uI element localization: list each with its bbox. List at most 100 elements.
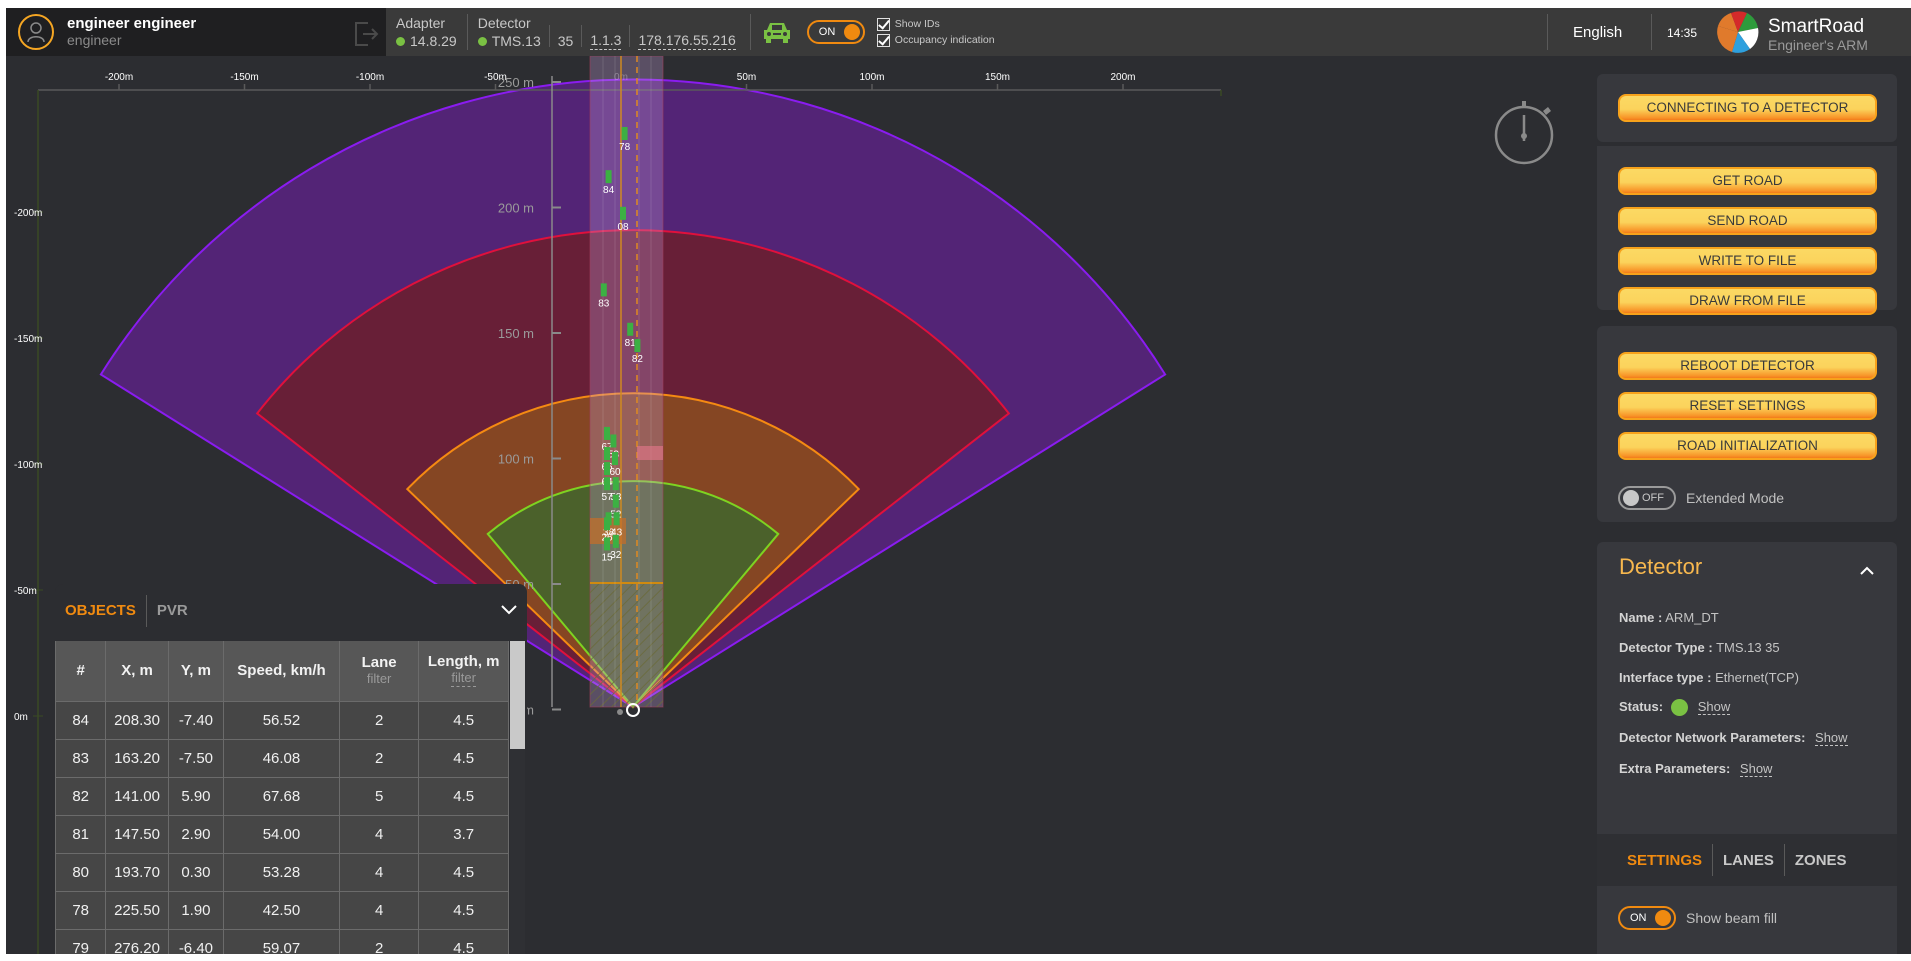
chevron-up-icon[interactable] bbox=[1860, 564, 1874, 578]
tab-zones[interactable]: ZONES bbox=[1785, 852, 1857, 869]
extra-show-link[interactable]: Show bbox=[1739, 761, 1773, 777]
road bbox=[589, 56, 664, 717]
toggle-knob bbox=[1623, 490, 1639, 506]
object-marker bbox=[612, 534, 619, 548]
network-show-link[interactable]: Show bbox=[1815, 730, 1848, 746]
lane-filter[interactable]: filter bbox=[340, 671, 419, 687]
range-tick-label: 100 m bbox=[498, 452, 534, 467]
table-cell: 81 bbox=[55, 814, 107, 854]
road-initialization-button[interactable]: ROAD INITIALIZATION bbox=[1618, 432, 1877, 460]
objects-table: # X, m Y, m Speed, km/h Lane filter Lengt… bbox=[55, 641, 509, 954]
object-marker bbox=[634, 339, 641, 353]
logout-icon[interactable] bbox=[352, 20, 380, 48]
chevron-down-icon[interactable] bbox=[501, 602, 517, 618]
user-avatar-icon[interactable] bbox=[18, 14, 54, 50]
object-marker bbox=[604, 447, 610, 461]
table-row[interactable]: 82 141.00 5.90 67.68 5 4.5 bbox=[55, 776, 509, 816]
adapter-status: Adapter 14.8.29 bbox=[386, 14, 467, 50]
app-window: engineer engineer engineer Adapter 14.8.… bbox=[6, 8, 1911, 954]
tab-lanes[interactable]: LANES bbox=[1713, 852, 1784, 869]
write-to-file-button[interactable]: WRITE TO FILE bbox=[1618, 247, 1877, 275]
get-road-button[interactable]: GET ROAD bbox=[1618, 167, 1877, 195]
table-cell: 147.50 bbox=[105, 814, 169, 854]
table-scrollbar-thumb[interactable] bbox=[510, 641, 525, 749]
name-value: ARM_DT bbox=[1665, 610, 1719, 625]
detector-section-title: Detector bbox=[1619, 554, 1703, 579]
column-header-length[interactable]: Length, m filter bbox=[418, 641, 509, 702]
reboot-detector-button[interactable]: REBOOT DETECTOR bbox=[1618, 352, 1877, 380]
extended-mode-toggle[interactable]: OFF bbox=[1618, 486, 1676, 510]
draw-from-file-button[interactable]: DRAW FROM FILE bbox=[1618, 287, 1877, 315]
occupancy-label: Occupancy indication bbox=[894, 34, 995, 46]
column-header-x[interactable]: X, m bbox=[105, 641, 169, 702]
reset-settings-button[interactable]: RESET SETTINGS bbox=[1618, 392, 1877, 420]
length-filter[interactable]: filter bbox=[451, 670, 476, 688]
table-cell: 193.70 bbox=[105, 852, 169, 892]
object-marker bbox=[612, 452, 618, 466]
display-options: Show IDs Occupancy indication bbox=[876, 16, 995, 48]
table-row[interactable]: 80 193.70 0.30 53.28 4 4.5 bbox=[55, 852, 509, 892]
divider bbox=[629, 25, 631, 47]
table-row[interactable]: 79 276.20 -6.40 59.07 2 4.5 bbox=[55, 928, 509, 954]
beam-fill-toggle[interactable]: ON bbox=[1618, 906, 1676, 930]
object-id-label: 08 bbox=[617, 222, 629, 233]
detector-status-dot bbox=[477, 36, 487, 46]
occupancy-zone bbox=[637, 446, 663, 460]
table-cell: -6.40 bbox=[167, 928, 225, 954]
table-cell: 4.5 bbox=[418, 700, 509, 740]
column-header-id[interactable]: # bbox=[55, 641, 107, 702]
table-cell: 80 bbox=[55, 852, 107, 892]
status-label: Status: bbox=[1619, 699, 1664, 714]
adapter-label: Adapter bbox=[396, 15, 446, 31]
interface-type: Interface type : Ethernet(TCP) bbox=[1619, 670, 1799, 685]
tab-settings[interactable]: SETTINGS bbox=[1627, 852, 1712, 869]
table-row[interactable]: 84 208.30 -7.40 56.52 2 4.5 bbox=[55, 700, 509, 740]
object-id-label: 83 bbox=[598, 298, 610, 309]
show-ids-checkbox[interactable]: Show IDs bbox=[876, 16, 995, 32]
table-cell: -7.40 bbox=[167, 700, 225, 740]
column-header-lane[interactable]: Lane filter bbox=[338, 641, 420, 702]
extended-mode-label: Extended Mode bbox=[1686, 490, 1785, 506]
send-road-button[interactable]: SEND ROAD bbox=[1618, 207, 1877, 235]
table-cell: 46.08 bbox=[223, 738, 340, 778]
table-cell: 4.5 bbox=[418, 738, 509, 778]
live-toggle-label: ON bbox=[818, 26, 836, 38]
object-marker bbox=[604, 537, 610, 551]
live-toggle[interactable]: ON bbox=[806, 20, 865, 44]
table-row[interactable]: 81 147.50 2.90 54.00 4 3.7 bbox=[55, 814, 509, 854]
detector-code: 35 bbox=[557, 33, 574, 49]
connection-card: CONNECTING TO A DETECTOR bbox=[1597, 74, 1897, 142]
connect-detector-button[interactable]: CONNECTING TO A DETECTOR bbox=[1618, 94, 1877, 122]
column-header-speed[interactable]: Speed, km/h bbox=[223, 641, 340, 702]
tab-pvr[interactable]: PVR bbox=[157, 602, 188, 619]
table-cell: 141.00 bbox=[105, 776, 169, 816]
x-tick-label: -100m bbox=[356, 72, 384, 83]
status-show-link[interactable]: Show bbox=[1697, 699, 1731, 715]
extra-label: Extra Parameters: bbox=[1619, 761, 1731, 776]
table-row[interactable]: 83 163.20 -7.50 46.08 2 4.5 bbox=[55, 738, 509, 778]
column-header-y[interactable]: Y, m bbox=[167, 641, 225, 702]
object-marker bbox=[613, 512, 620, 526]
table-cell: 5.90 bbox=[167, 776, 225, 816]
table-cell: 4.5 bbox=[418, 890, 509, 930]
occupancy-checkbox[interactable]: Occupancy indication bbox=[876, 32, 995, 48]
objects-panel: OBJECTS PVR # X, m Y, m Speed, km/h Lane… bbox=[55, 584, 527, 954]
table-cell: 84 bbox=[55, 700, 107, 740]
table-cell: 276.20 bbox=[105, 928, 169, 954]
tab-objects[interactable]: OBJECTS bbox=[65, 602, 136, 619]
table-row[interactable]: 78 225.50 1.90 42.50 4 4.5 bbox=[55, 890, 509, 930]
object-marker bbox=[604, 477, 610, 491]
smartroad-logo-icon bbox=[1716, 11, 1760, 58]
table-cell: 5 bbox=[338, 776, 420, 816]
detector-status: Detector TMS.13 35 1.1.3 178.176.55.216 bbox=[468, 14, 746, 50]
toggle-knob bbox=[843, 24, 860, 40]
checkbox-checked-icon bbox=[876, 33, 890, 47]
language-selector[interactable]: English bbox=[1573, 24, 1622, 41]
brand-name: SmartRoad bbox=[1768, 15, 1865, 37]
detector-firmware-link[interactable]: 1.1.3 bbox=[590, 31, 622, 50]
detector-ip-link[interactable]: 178.176.55.216 bbox=[638, 31, 736, 50]
sensor-marker bbox=[617, 709, 623, 715]
name-label: Name : bbox=[1619, 610, 1663, 625]
adapter-status-dot bbox=[396, 36, 405, 46]
table-cell: 2.90 bbox=[167, 814, 225, 854]
